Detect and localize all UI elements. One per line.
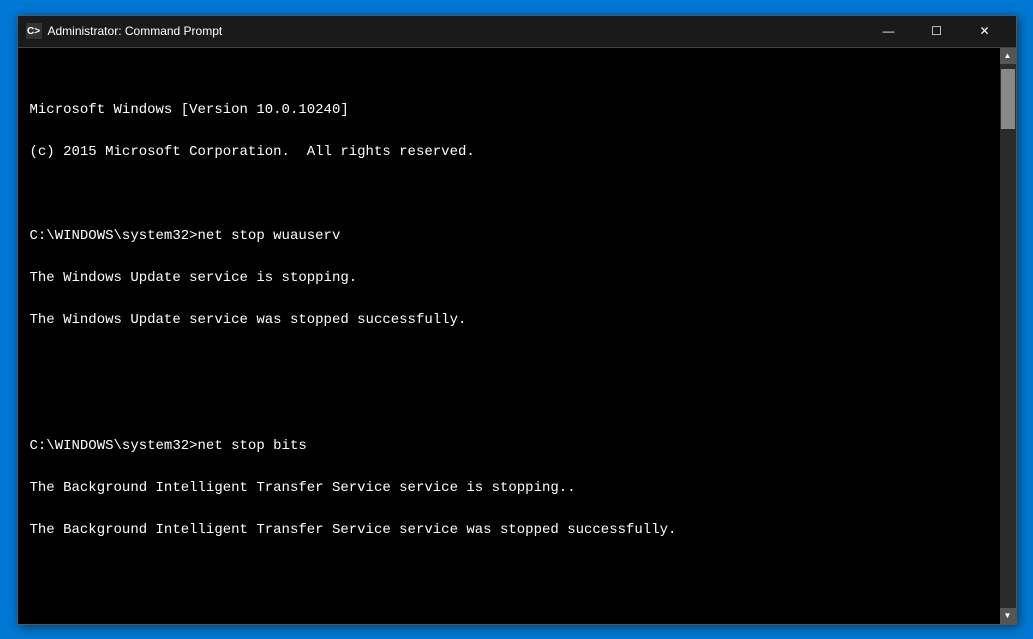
terminal-line xyxy=(30,352,988,373)
minimize-button[interactable]: — xyxy=(866,15,912,47)
terminal-line xyxy=(30,562,988,583)
terminal-line: Microsoft Windows [Version 10.0.10240] xyxy=(30,100,988,121)
terminal-line: C:\WINDOWS\system32>net stop wuauserv xyxy=(30,226,988,247)
title-bar: C> Administrator: Command Prompt — ☐ ✕ xyxy=(18,16,1016,48)
maximize-button[interactable]: ☐ xyxy=(914,15,960,47)
window-title: Administrator: Command Prompt xyxy=(48,24,866,38)
close-button[interactable]: ✕ xyxy=(962,15,1008,47)
terminal-line: The Windows Update service was stopped s… xyxy=(30,310,988,331)
terminal-line: The Background Intelligent Transfer Serv… xyxy=(30,478,988,499)
scrollbar-track[interactable] xyxy=(1000,64,1016,608)
scroll-up-arrow[interactable]: ▲ xyxy=(1000,48,1016,64)
window-controls: — ☐ ✕ xyxy=(866,15,1008,47)
terminal-line: The Windows Update service is stopping. xyxy=(30,268,988,289)
terminal-line xyxy=(30,394,988,415)
terminal-line: The Background Intelligent Transfer Serv… xyxy=(30,520,988,541)
terminal-line xyxy=(30,184,988,205)
window-icon: C> xyxy=(26,23,42,39)
scrollbar[interactable]: ▲ ▼ xyxy=(1000,48,1016,624)
scrollbar-thumb[interactable] xyxy=(1001,69,1015,129)
terminal-line: (c) 2015 Microsoft Corporation. All righ… xyxy=(30,142,988,163)
terminal-line xyxy=(30,604,988,624)
terminal-output[interactable]: Microsoft Windows [Version 10.0.10240] (… xyxy=(18,48,1000,624)
content-area: Microsoft Windows [Version 10.0.10240] (… xyxy=(18,48,1016,624)
terminal-line: C:\WINDOWS\system32>net stop bits xyxy=(30,436,988,457)
cmd-window: C> Administrator: Command Prompt — ☐ ✕ M… xyxy=(17,15,1017,625)
scroll-down-arrow[interactable]: ▼ xyxy=(1000,608,1016,624)
